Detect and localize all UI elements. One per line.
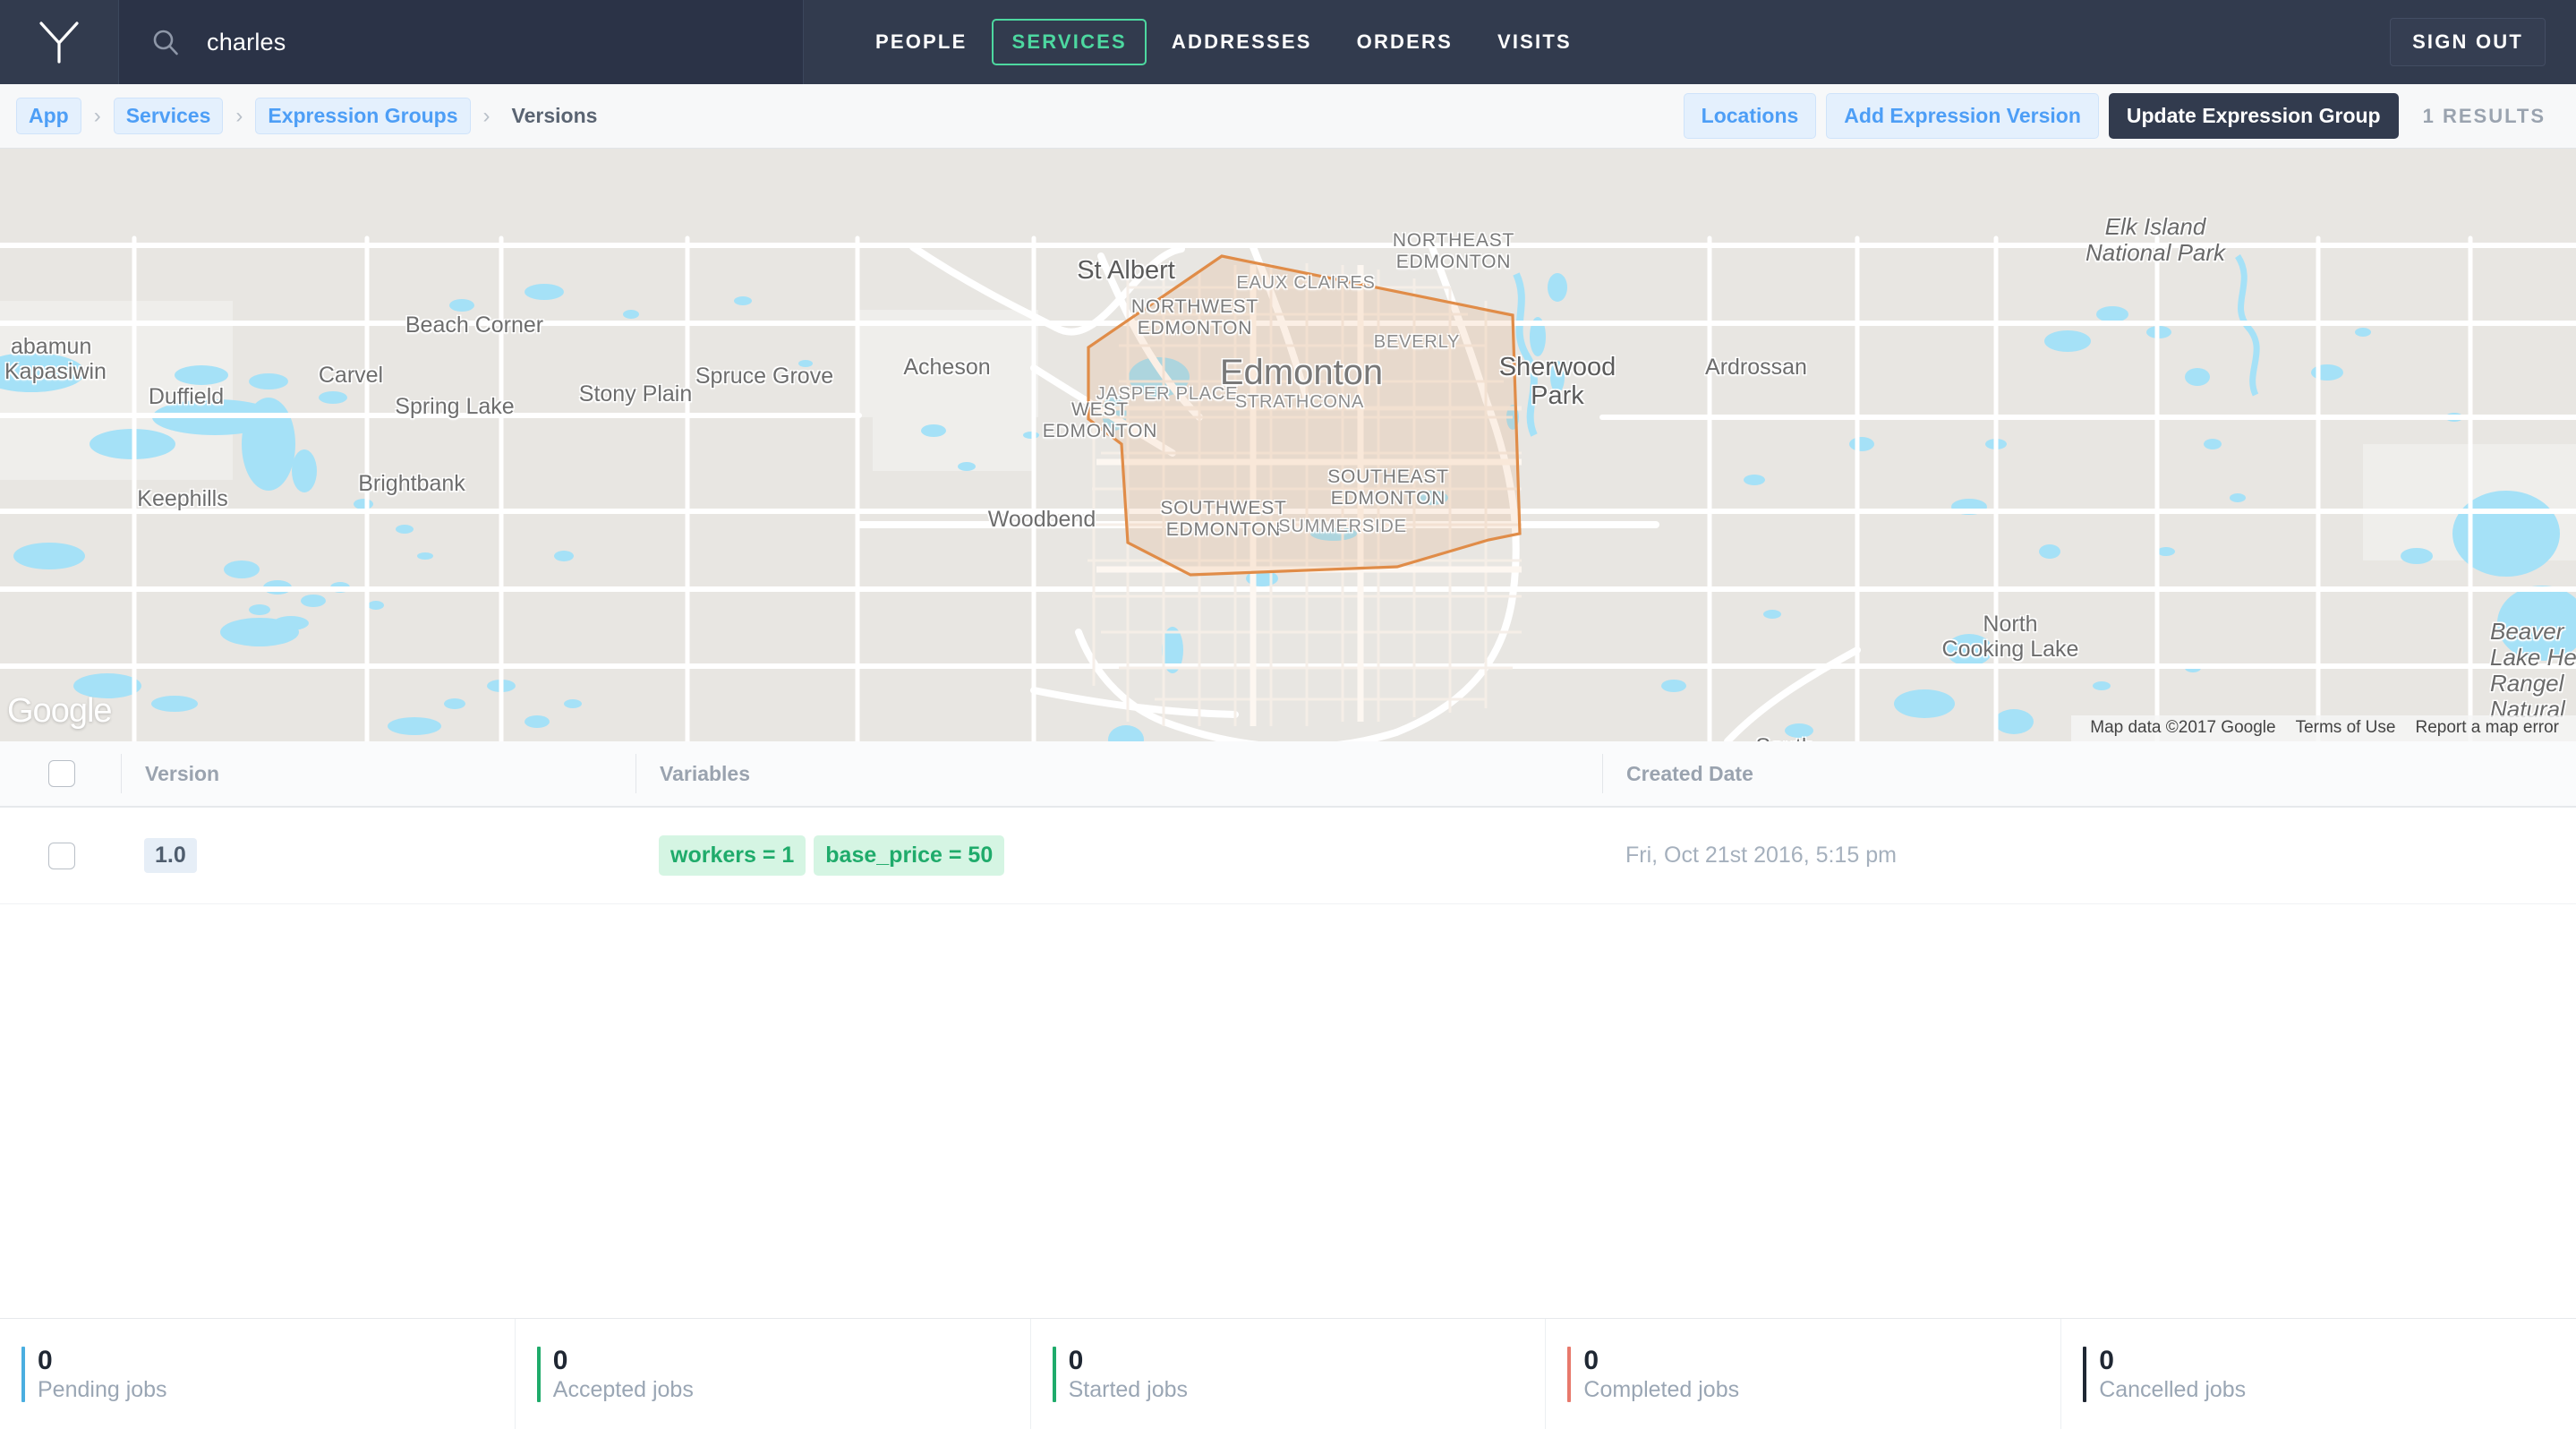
stat-pending-jobs: 0 Pending jobs (0, 1319, 516, 1429)
breadcrumb-bar: App › Services › Expression Groups › Ver… (0, 84, 2576, 149)
stat-accepted-jobs: 0 Accepted jobs (516, 1319, 1031, 1429)
signout-area: SIGN OUT (2390, 0, 2576, 84)
job-stats-bar: 0 Pending jobs 0 Accepted jobs 0 Started… (0, 1318, 2576, 1429)
search-bar[interactable] (119, 0, 804, 84)
variable-tag: workers = 1 (659, 835, 806, 876)
page-actions: Locations Add Expression Version Update … (1683, 93, 2576, 139)
stat-started-jobs: 0 Started jobs (1031, 1319, 1547, 1429)
chevron-right-icon: › (235, 103, 243, 128)
service-area-map[interactable]: abamun Kapasiwin Duffield Carvel Beach C… (0, 149, 2576, 741)
created-date-value: Fri, Oct 21st 2016, 5:15 pm (1625, 843, 1897, 868)
service-area-polygon[interactable] (1087, 254, 1522, 577)
stat-count: 0 (1583, 1345, 1599, 1375)
map-canvas (0, 149, 2576, 741)
main-nav: PEOPLE SERVICES ADDRESSES ORDERS VISITS (804, 0, 2390, 84)
report-map-error-link[interactable]: Report a map error (2405, 718, 2569, 738)
row-select-cell (0, 842, 121, 869)
terms-of-use-link[interactable]: Terms of Use (2286, 718, 2406, 738)
search-icon (151, 28, 180, 56)
stat-accent-bar (2083, 1347, 2087, 1402)
select-all-cell (0, 760, 121, 787)
add-expression-version-button[interactable]: Add Expression Version (1826, 93, 2099, 139)
select-all-checkbox[interactable] (48, 760, 75, 787)
breadcrumb-item-expression-groups[interactable]: Expression Groups (255, 98, 471, 134)
chevron-right-icon: › (482, 103, 490, 128)
stat-accent-bar (1567, 1347, 1572, 1402)
cell-created-date: Fri, Oct 21st 2016, 5:15 pm (1602, 843, 2576, 869)
cell-version: 1.0 (121, 838, 635, 873)
cell-variables: workers = 1 base_price = 50 (635, 835, 1602, 876)
stat-count: 0 (38, 1345, 53, 1375)
column-header-created-date[interactable]: Created Date (1602, 754, 2576, 793)
column-header-version[interactable]: Version (121, 754, 635, 793)
stat-cancelled-jobs: 0 Cancelled jobs (2061, 1319, 2576, 1429)
stat-count: 0 (1068, 1345, 1084, 1375)
stat-label: Pending jobs (38, 1377, 167, 1403)
nav-item-visits[interactable]: VISITS (1478, 19, 1591, 65)
column-label: Version (145, 761, 220, 785)
nav-item-people[interactable]: PEOPLE (856, 19, 986, 65)
breadcrumb: App › Services › Expression Groups › Ver… (0, 98, 606, 134)
stat-label: Accepted jobs (552, 1377, 694, 1403)
column-header-variables[interactable]: Variables (635, 754, 1602, 793)
column-label: Variables (660, 761, 751, 785)
map-data-text: Map data ©2017 Google (2090, 718, 2276, 737)
locations-button[interactable]: Locations (1683, 93, 1817, 139)
breadcrumb-item-services[interactable]: Services (113, 98, 224, 134)
stat-accent-bar (21, 1347, 25, 1402)
breadcrumb-item-versions: Versions (511, 104, 598, 127)
stat-count: 0 (2099, 1345, 2114, 1375)
stat-count: 0 (552, 1345, 568, 1375)
versions-table: Version Variables Created Date 1.0 worke… (0, 741, 2576, 1318)
stat-accent-bar (1052, 1347, 1056, 1402)
stat-completed-jobs: 0 Completed jobs (1546, 1319, 2062, 1429)
nav-item-services[interactable]: SERVICES (992, 19, 1147, 65)
top-navbar: PEOPLE SERVICES ADDRESSES ORDERS VISITS … (0, 0, 2576, 84)
stat-label: Started jobs (1068, 1377, 1189, 1403)
stat-label: Completed jobs (1583, 1377, 1740, 1403)
column-label: Created Date (1626, 761, 1753, 785)
app-root: PEOPLE SERVICES ADDRESSES ORDERS VISITS … (0, 0, 2576, 1429)
stat-label: Cancelled jobs (2099, 1377, 2247, 1403)
map-attribution: Map data ©2017 Google Terms of Use Repor… (2071, 715, 2576, 741)
table-row[interactable]: 1.0 workers = 1 base_price = 50 Fri, Oct… (0, 808, 2576, 904)
breadcrumb-item-app[interactable]: App (16, 98, 81, 134)
y-logo-icon (38, 20, 80, 64)
nav-item-addresses[interactable]: ADDRESSES (1152, 19, 1332, 65)
search-input[interactable] (207, 28, 744, 56)
app-logo[interactable] (0, 0, 119, 84)
chevron-right-icon: › (93, 103, 101, 128)
nav-item-orders[interactable]: ORDERS (1337, 19, 1472, 65)
row-checkbox[interactable] (48, 842, 75, 869)
variable-tag: base_price = 50 (814, 835, 1005, 876)
results-count: 1 RESULTS (2422, 104, 2546, 127)
update-expression-group-button[interactable]: Update Expression Group (2108, 93, 2399, 139)
sign-out-button[interactable]: SIGN OUT (2390, 18, 2546, 66)
version-badge: 1.0 (144, 838, 197, 873)
stat-accent-bar (536, 1347, 541, 1402)
table-header-row: Version Variables Created Date (0, 741, 2576, 808)
